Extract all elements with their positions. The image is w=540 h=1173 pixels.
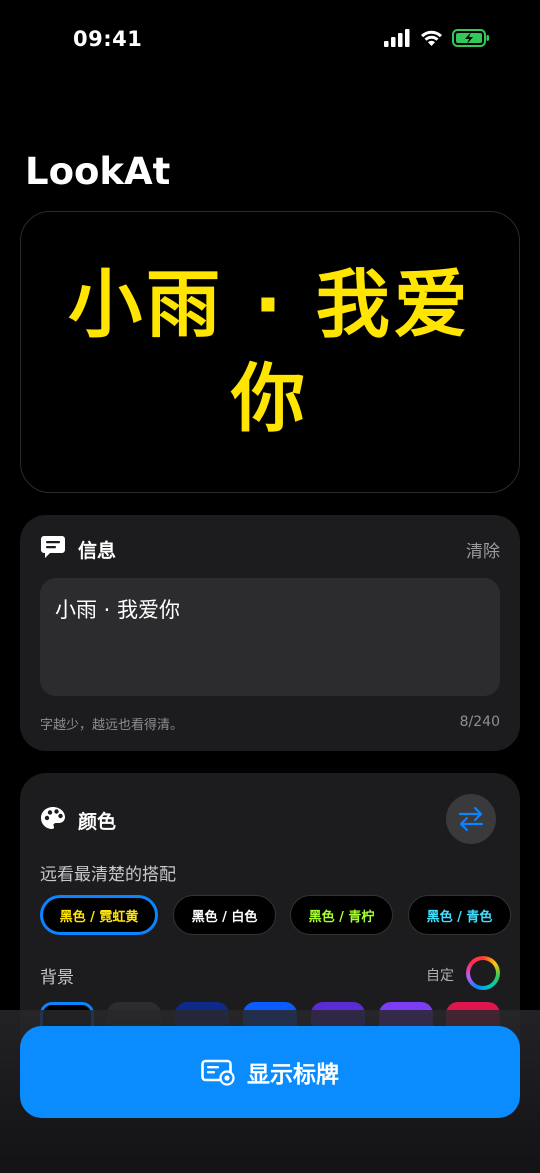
status-time: 09:41 — [73, 27, 143, 51]
show-sign-button[interactable]: 显示标牌 — [20, 1026, 520, 1118]
color-title: 颜色 — [78, 811, 117, 833]
preset-chip-neon-yellow[interactable]: 黑色 / 霓虹黄 — [40, 895, 158, 935]
swap-colors-button[interactable] — [446, 794, 496, 844]
message-title: 信息 — [78, 540, 117, 562]
swap-arrows-icon — [458, 806, 484, 832]
preset-chip-label: 黑色 / 白色 — [191, 909, 258, 925]
message-input-value: 小雨 · 我爱你 — [55, 598, 181, 622]
clear-button[interactable]: 清除 — [466, 537, 500, 562]
background-label: 背景 — [40, 968, 74, 988]
custom-color-label: 自定 — [426, 968, 454, 984]
preset-subtitle: 远看最清楚的搭配 — [40, 865, 176, 885]
character-counter: 8/240 — [459, 714, 500, 730]
cellular-signal-icon — [384, 29, 410, 47]
preset-chip-label: 黑色 / 青柠 — [308, 909, 375, 925]
message-input[interactable]: 小雨 · 我爱你 — [40, 578, 500, 696]
wifi-icon — [421, 30, 442, 46]
battery-charging-icon — [452, 29, 489, 47]
preset-chip-label: 黑色 / 青色 — [426, 909, 493, 925]
custom-color-wheel-icon[interactable] — [466, 956, 500, 990]
status-icons — [384, 29, 490, 47]
preset-chip-lime[interactable]: 黑色 / 青柠 — [290, 895, 393, 935]
display-screen-icon — [201, 1059, 235, 1086]
preset-chip-white[interactable]: 黑色 / 白色 — [173, 895, 276, 935]
preview-text: 小雨 · 我爱你 — [68, 262, 472, 442]
palette-icon — [41, 807, 65, 829]
app-title: LookAt — [25, 150, 171, 193]
sign-preview[interactable]: 小雨 · 我爱你 — [20, 211, 520, 493]
preset-chip-cyan[interactable]: 黑色 / 青色 — [408, 895, 511, 935]
message-bubble-icon — [41, 536, 65, 558]
message-card: 信息 清除 小雨 · 我爱你 字越少，越远也看得清。 8/240 — [20, 515, 520, 751]
message-hint: 字越少，越远也看得清。 — [40, 718, 184, 733]
preset-chip-label: 黑色 / 霓虹黄 — [59, 909, 139, 925]
show-sign-label: 显示标牌 — [247, 1062, 339, 1088]
status-bar: 09:41 — [0, 0, 540, 80]
